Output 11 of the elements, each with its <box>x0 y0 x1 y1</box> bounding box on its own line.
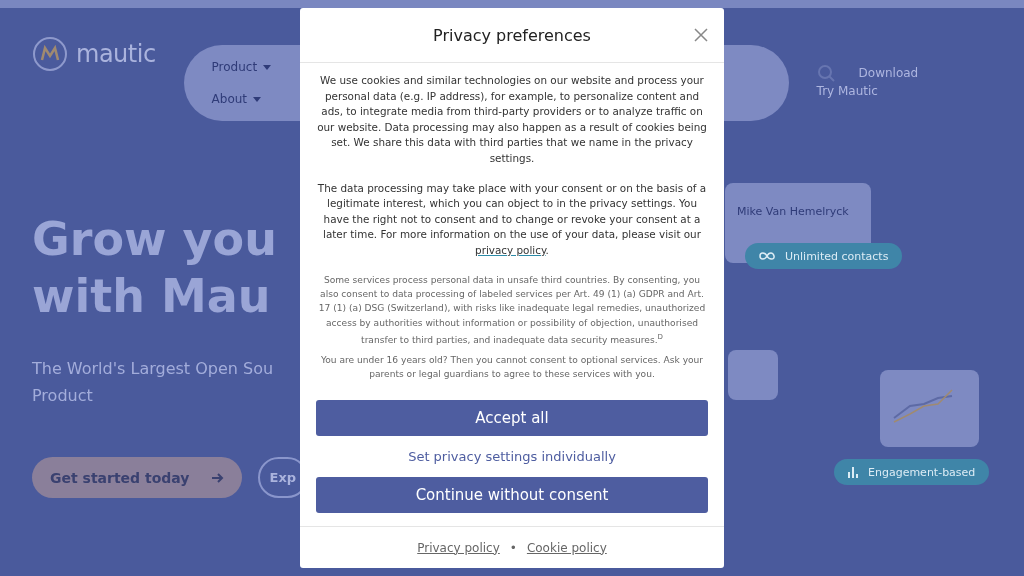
hero-title: Grow you with Mau <box>32 211 277 325</box>
consent-paragraph: We use cookies and similar technologies on our website and process your personal data (e.g. IP address), for example, to personalize content and ads, to integrate media from third-party providers or to analyze traffic on our website. Data processing may also happen as a result of cookies being set. We share this data with third parties that we name in the privacy settings. <box>316 73 708 166</box>
hero-subtitle: The World's Largest Open Sou Product <box>32 358 274 407</box>
contacts-tag: Unlimited contacts <box>745 243 903 269</box>
notice-paragraph: Some services process personal data in unsafe third countries. By consenting, you also consent to data processing of labeled services per Art. 49 (1) (a) GDPR and Art. 17 (1) (a) DSG (Switzerland), with risks like inadequate legal remedies, unauthorized access by authorities without information or possibility of objection, unauthorised transfer to third parties, and inadequate data security measures.$^{D}$ <box>317 273 707 348</box>
separator-dot: • <box>509 540 517 555</box>
consent-paragraph: The data processing may take place with your consent or on the basis of a legitimate interest, which you can object to in the privacy settings. You have the right not to consent and to change or revoke your consent at a later time. For more information on the use of your data, please visit our privacy policy. <box>316 180 708 258</box>
dialog-title: Privacy preferences <box>433 25 591 45</box>
engagement-tag: Engagement-based <box>834 459 990 485</box>
notice-paragraph: You are under 16 years old? Then you cannot consent to optional services. Ask your parents or legal guardians to agree to these services with you. <box>319 353 705 381</box>
contact-name: Mike Van Hemelryck <box>736 204 850 220</box>
